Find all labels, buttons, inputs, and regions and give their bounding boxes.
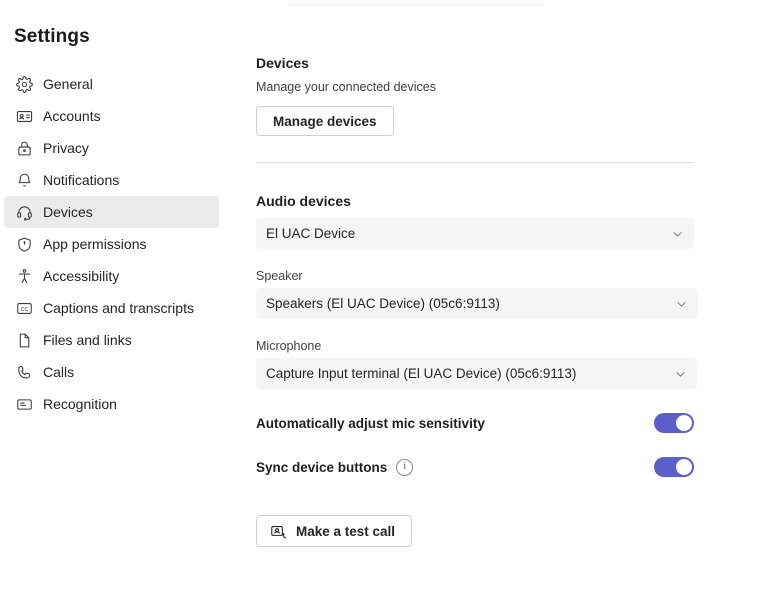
sidebar-item-label: Recognition	[43, 395, 117, 412]
manage-devices-button[interactable]: Manage devices	[256, 106, 394, 136]
svg-text:CC: CC	[20, 306, 28, 312]
sync-device-buttons-label: Sync device buttons	[256, 459, 388, 475]
sidebar-item-calls[interactable]: Calls	[4, 356, 219, 388]
devices-section-title: Devices	[256, 55, 309, 71]
audio-devices-title: Audio devices	[256, 193, 351, 209]
cc-icon: CC	[14, 298, 34, 318]
settings-sidebar: Settings General Accounts Privacy Notifi…	[0, 0, 228, 613]
sidebar-item-recognition[interactable]: Recognition	[4, 388, 219, 420]
contact-card-icon	[14, 106, 34, 126]
cutoff-top-element	[288, 0, 544, 6]
gear-icon	[14, 74, 34, 94]
test-call-area: Make a test call	[256, 515, 765, 547]
phone-icon	[14, 362, 34, 382]
make-test-call-button[interactable]: Make a test call	[256, 515, 413, 547]
sidebar-item-files-and-links[interactable]: Files and links	[4, 324, 219, 356]
sidebar-item-label: Devices	[43, 203, 93, 220]
settings-main-panel: Devices Manage your connected devices Ma…	[228, 0, 765, 613]
page-title: Settings	[14, 26, 90, 47]
settings-nav: General Accounts Privacy Notifications D…	[0, 68, 228, 420]
sidebar-item-accessibility[interactable]: Accessibility	[4, 260, 219, 292]
toggle-knob	[676, 415, 692, 431]
sidebar-item-label: App permissions	[43, 235, 147, 252]
auto-adjust-mic-label: Automatically adjust mic sensitivity	[256, 415, 485, 431]
audio-devices-section: Audio devices El UAC Device Speaker Spea…	[256, 193, 765, 547]
settings-window: Settings General Accounts Privacy Notifi…	[0, 0, 765, 613]
speaker-label: Speaker	[256, 269, 303, 283]
sidebar-item-general[interactable]: General	[4, 68, 219, 100]
speaker-select[interactable]: Speakers (El UAC Device) (05c6:9113)	[256, 288, 698, 319]
sidebar-item-label: Privacy	[43, 139, 89, 156]
audio-device-select[interactable]: El UAC Device	[256, 218, 694, 249]
sidebar-item-label: Files and links	[43, 331, 132, 348]
test-call-icon	[270, 523, 287, 540]
section-divider	[256, 162, 694, 163]
sidebar-item-label: Notifications	[43, 171, 120, 188]
sidebar-item-label: Calls	[43, 363, 75, 380]
sidebar-item-app-permissions[interactable]: App permissions	[4, 228, 219, 260]
recognition-icon	[14, 394, 34, 414]
auto-adjust-mic-row: Automatically adjust mic sensitivity	[256, 413, 694, 433]
devices-section-subtitle: Manage your connected devices	[256, 80, 436, 94]
headset-icon	[14, 202, 34, 222]
sidebar-item-accounts[interactable]: Accounts	[4, 100, 219, 132]
sidebar-item-notifications[interactable]: Notifications	[4, 164, 219, 196]
accessibility-icon	[14, 266, 34, 286]
chevron-down-icon	[671, 227, 684, 240]
info-icon[interactable]: i	[396, 458, 414, 476]
toggle-knob	[676, 459, 692, 475]
microphone-label: Microphone	[256, 339, 322, 353]
sidebar-item-label: Accessibility	[43, 267, 120, 284]
microphone-value: Capture Input terminal (El UAC Device) (…	[266, 366, 577, 381]
speaker-field: Speaker Speakers (El UAC Device) (05c6:9…	[256, 269, 765, 319]
lock-icon	[14, 138, 34, 158]
make-test-call-label: Make a test call	[296, 523, 396, 539]
bell-icon	[14, 170, 34, 190]
sync-device-buttons-row: Sync device buttons i	[256, 457, 694, 477]
audio-device-value: El UAC Device	[266, 226, 356, 241]
sidebar-item-privacy[interactable]: Privacy	[4, 132, 219, 164]
microphone-select[interactable]: Capture Input terminal (El UAC Device) (…	[256, 358, 697, 389]
chevron-down-icon	[675, 297, 688, 310]
sync-device-buttons-toggle[interactable]	[654, 457, 694, 477]
sidebar-item-label: Accounts	[43, 107, 101, 124]
auto-adjust-mic-toggle[interactable]	[654, 413, 694, 433]
sidebar-item-label: Captions and transcripts	[43, 299, 194, 316]
speaker-value: Speakers (El UAC Device) (05c6:9113)	[266, 296, 500, 311]
microphone-field: Microphone Capture Input terminal (El UA…	[256, 339, 765, 389]
chevron-down-icon	[674, 367, 687, 380]
sidebar-item-devices[interactable]: Devices	[4, 196, 219, 228]
document-icon	[14, 330, 34, 350]
shield-icon	[14, 234, 34, 254]
sidebar-item-captions-and-transcripts[interactable]: CC Captions and transcripts	[4, 292, 219, 324]
sidebar-item-label: General	[43, 75, 93, 92]
